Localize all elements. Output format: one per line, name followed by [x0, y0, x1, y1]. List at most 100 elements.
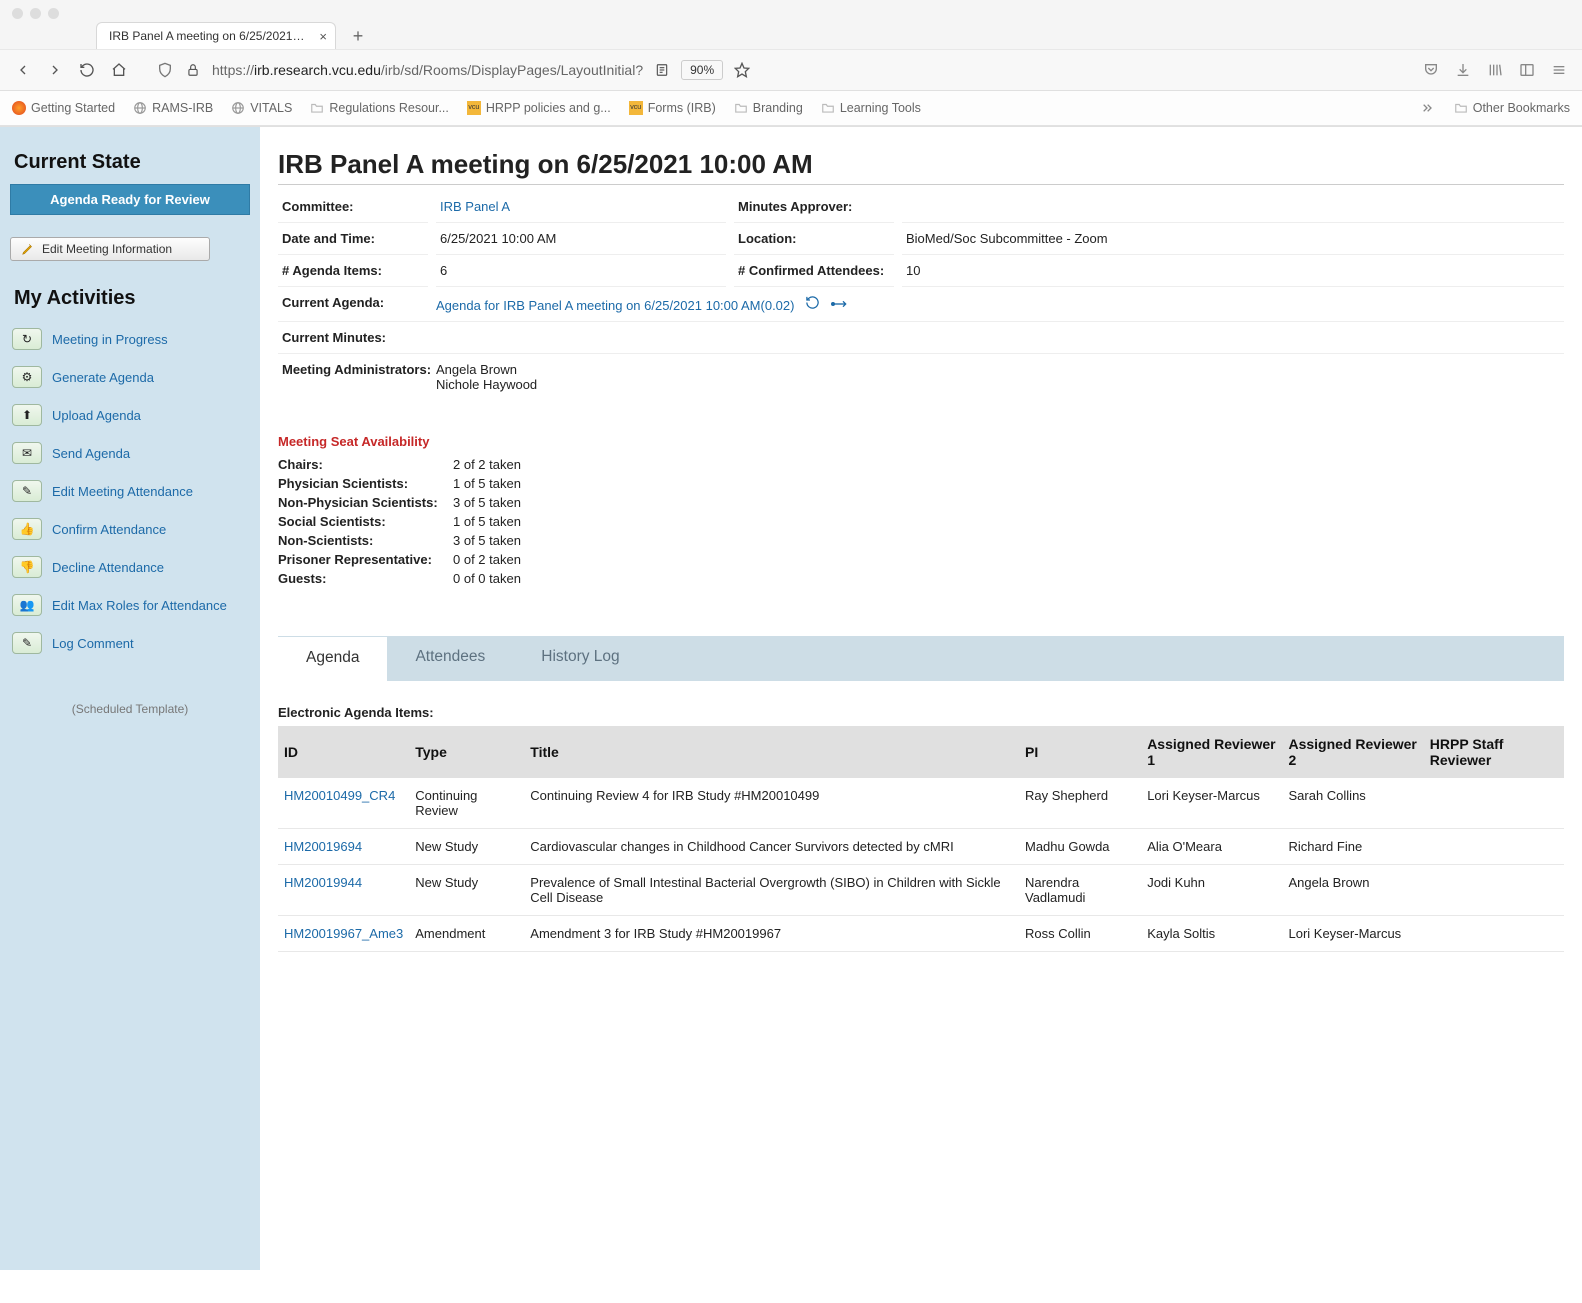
seat-row: Guests:0 of 0 taken [278, 569, 1564, 588]
browser-tab[interactable]: IRB Panel A meeting on 6/25/2021 1… × [96, 22, 336, 49]
activity-link[interactable]: Edit Meeting Attendance [52, 484, 193, 499]
bookmark-star-icon[interactable] [733, 61, 751, 79]
activity-item: 👥Edit Max Roles for Attendance [10, 586, 250, 624]
agenda-rev2: Sarah Collins [1282, 778, 1423, 829]
label-committee: Committee: [278, 191, 428, 223]
url-host: irb.research.vcu.edu [254, 62, 381, 78]
activity-link[interactable]: Upload Agenda [52, 408, 141, 423]
bookmark-vitals[interactable]: VITALS [231, 101, 292, 115]
menu-icon[interactable] [1550, 61, 1568, 79]
history-icon[interactable] [805, 298, 824, 313]
activity-icon: ✎ [12, 632, 42, 654]
bookmark-rams-irb[interactable]: RAMS-IRB [133, 101, 213, 115]
agenda-pi: Ross Collin [1019, 916, 1141, 952]
bookmark-regulations[interactable]: Regulations Resour... [310, 101, 449, 115]
seat-value: 1 of 5 taken [453, 514, 521, 529]
activity-link[interactable]: Decline Attendance [52, 560, 164, 575]
current-agenda-link[interactable]: Agenda for IRB Panel A meeting on 6/25/2… [436, 298, 794, 313]
edit-meeting-info-button[interactable]: Edit Meeting Information [10, 237, 210, 261]
agenda-id-link[interactable]: HM20010499_CR4 [284, 788, 395, 803]
bookmark-overflow-icon[interactable] [1418, 99, 1436, 117]
agenda-rev1: Alia O'Meara [1141, 829, 1282, 865]
other-bookmarks[interactable]: Other Bookmarks [1454, 101, 1570, 115]
bookmark-branding[interactable]: Branding [734, 101, 803, 115]
globe-icon [231, 101, 245, 115]
seat-availability-heading: Meeting Seat Availability [278, 434, 1564, 449]
label-meeting-admins: Meeting Administrators: [282, 362, 432, 392]
download-icon[interactable] [1454, 61, 1472, 79]
activity-link[interactable]: Generate Agenda [52, 370, 154, 385]
zoom-window-icon[interactable] [48, 8, 59, 19]
bookmark-forms-irb[interactable]: vcu Forms (IRB) [629, 101, 716, 115]
activity-link[interactable]: Log Comment [52, 636, 134, 651]
pocket-icon[interactable] [1422, 61, 1440, 79]
committee-link[interactable]: IRB Panel A [440, 199, 510, 214]
activity-link[interactable]: Send Agenda [52, 446, 130, 461]
seat-row: Social Scientists:1 of 5 taken [278, 512, 1564, 531]
agenda-staff [1424, 865, 1564, 916]
label-datetime: Date and Time: [278, 223, 428, 255]
address-bar[interactable]: https://irb.research.vcu.edu/irb/sd/Room… [212, 62, 643, 78]
agenda-type: New Study [409, 829, 524, 865]
lock-icon[interactable] [184, 61, 202, 79]
new-tab-button[interactable]: + [344, 23, 372, 49]
col-staff: HRPP Staff Reviewer [1424, 726, 1564, 778]
agenda-staff [1424, 916, 1564, 952]
library-icon[interactable] [1486, 61, 1504, 79]
activity-icon: ⬆ [12, 404, 42, 426]
close-window-icon[interactable] [12, 8, 23, 19]
meeting-admins-value: Angela Brown Nichole Haywood [432, 362, 1560, 392]
close-tab-icon[interactable]: × [319, 29, 327, 44]
agenda-id-link[interactable]: HM20019967_Ame3 [284, 926, 403, 941]
vcu-icon: vcu [629, 101, 643, 115]
minutes-approver-value [902, 191, 1564, 223]
seat-label: Chairs: [278, 457, 453, 472]
agenda-staff [1424, 778, 1564, 829]
activity-icon: 👎 [12, 556, 42, 578]
label-location: Location: [734, 223, 894, 255]
my-activities-heading: My Activities [14, 287, 246, 310]
swap-icon[interactable] [831, 298, 847, 313]
agenda-rev2: Angela Brown [1282, 865, 1423, 916]
reader-mode-icon[interactable] [653, 61, 671, 79]
minimize-window-icon[interactable] [30, 8, 41, 19]
seat-label: Guests: [278, 571, 453, 586]
activity-item: ✎ Log Comment [10, 624, 250, 662]
col-reviewer1: Assigned Reviewer 1 [1141, 726, 1282, 778]
seat-row: Physician Scientists:1 of 5 taken [278, 474, 1564, 493]
agenda-pi: Madhu Gowda [1019, 829, 1141, 865]
shield-icon[interactable] [156, 61, 174, 79]
tab-agenda[interactable]: Agenda [278, 637, 387, 681]
seat-row: Non-Physician Scientists:3 of 5 taken [278, 493, 1564, 512]
tab-history-log[interactable]: History Log [513, 636, 647, 680]
seat-row: Non-Scientists:3 of 5 taken [278, 531, 1564, 550]
bookmark-learning-tools[interactable]: Learning Tools [821, 101, 921, 115]
edit-meeting-label: Edit Meeting Information [42, 242, 172, 256]
agenda-items-value: 6 [436, 255, 726, 287]
bookmark-getting-started[interactable]: Getting Started [12, 101, 115, 115]
tab-title: IRB Panel A meeting on 6/25/2021 1… [109, 29, 314, 43]
activity-item: ⚙Generate Agenda [10, 358, 250, 396]
datetime-value: 6/25/2021 10:00 AM [436, 223, 726, 255]
agenda-id-link[interactable]: HM20019944 [284, 875, 362, 890]
bookmark-hrpp[interactable]: vcu HRPP policies and g... [467, 101, 611, 115]
sidebar-toggle-icon[interactable] [1518, 61, 1536, 79]
activity-link[interactable]: Meeting in Progress [52, 332, 168, 347]
activity-icon: ↻ [12, 328, 42, 350]
agenda-id-link[interactable]: HM20019694 [284, 839, 362, 854]
agenda-rev1: Jodi Kuhn [1141, 865, 1282, 916]
zoom-level[interactable]: 90% [681, 60, 723, 80]
label-minutes-approver: Minutes Approver: [734, 191, 894, 223]
location-value: BioMed/Soc Subcommittee - Zoom [902, 223, 1564, 255]
seat-value: 1 of 5 taken [453, 476, 521, 491]
pencil-icon [21, 242, 35, 256]
forward-icon[interactable] [46, 61, 64, 79]
reload-icon[interactable] [78, 61, 96, 79]
tab-attendees[interactable]: Attendees [387, 636, 513, 680]
seat-value: 0 of 2 taken [453, 552, 521, 567]
activity-icon: ✎ [12, 480, 42, 502]
activity-link[interactable]: Edit Max Roles for Attendance [52, 598, 227, 613]
back-icon[interactable] [14, 61, 32, 79]
activity-link[interactable]: Confirm Attendance [52, 522, 166, 537]
home-icon[interactable] [110, 61, 128, 79]
